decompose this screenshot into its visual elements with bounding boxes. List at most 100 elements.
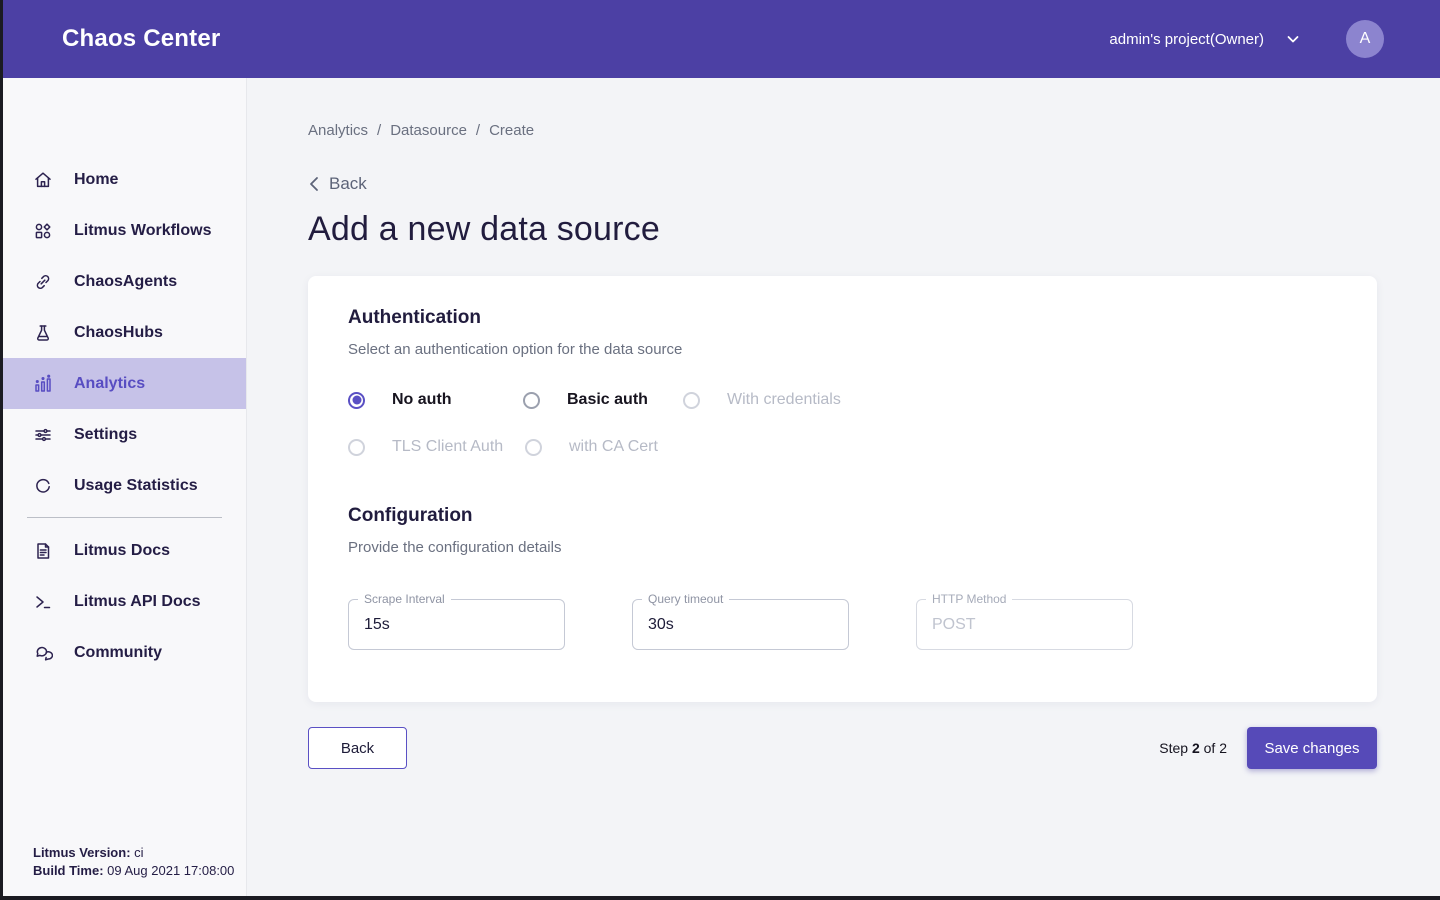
radio-label: Basic auth (567, 391, 648, 409)
configuration-title: Configuration (348, 505, 1337, 527)
auth-options-row-1: No auth Basic auth With credentials (348, 391, 1337, 409)
sidebar: Home Litmus Workflows ChaosAgents ChaosH… (3, 78, 247, 896)
scrape-interval-input[interactable] (349, 600, 564, 649)
radio-tls-client-auth: TLS Client Auth (348, 438, 525, 456)
project-selector-label: admin's project(Owner) (1109, 31, 1264, 48)
breadcrumb-create[interactable]: Create (489, 122, 534, 139)
back-link[interactable]: Back (308, 174, 388, 194)
workflows-icon (33, 221, 53, 241)
sidebar-item-label: Community (74, 644, 162, 662)
radio-with-credentials: With credentials (683, 391, 1337, 409)
radio-checked-icon (348, 392, 365, 409)
avatar-initial: A (1360, 30, 1371, 48)
step-total: 2 (1219, 740, 1227, 756)
bar-chart-icon (33, 374, 53, 394)
chat-bubbles-icon (33, 643, 53, 663)
sidebar-item-label: Home (74, 171, 118, 189)
avatar[interactable]: A (1346, 20, 1384, 58)
loader-circle-icon (33, 476, 53, 496)
bottom-action-bar: Back Step 2 of 2 Save changes (308, 727, 1377, 769)
breadcrumb-separator: / (476, 122, 480, 139)
radio-label: TLS Client Auth (392, 438, 503, 456)
sidebar-item-label: Analytics (74, 375, 145, 393)
scrape-interval-field: Scrape Interval (348, 599, 565, 650)
query-timeout-field: Query timeout (632, 599, 849, 650)
sidebar-item-label: Settings (74, 426, 137, 444)
build-time-value: 09 Aug 2021 17:08:00 (104, 863, 235, 878)
radio-with-ca-cert: with CA Cert (525, 438, 1337, 456)
sidebar-item-label: ChaosAgents (74, 273, 177, 291)
sidebar-item-home[interactable]: Home (3, 154, 246, 205)
sidebar-item-community[interactable]: Community (3, 627, 246, 678)
sidebar-item-label: ChaosHubs (74, 324, 163, 342)
configuration-subtitle: Provide the configuration details (348, 539, 1337, 556)
authentication-subtitle: Select an authentication option for the … (348, 341, 1337, 358)
query-timeout-label: Query timeout (642, 592, 729, 606)
radio-label: No auth (392, 391, 452, 409)
save-changes-button[interactable]: Save changes (1247, 727, 1377, 769)
project-selector[interactable]: admin's project(Owner) (1109, 31, 1300, 48)
radio-disabled-icon (525, 439, 542, 456)
build-time-label: Build Time: (33, 863, 104, 878)
chevron-down-icon (1286, 32, 1300, 46)
sidebar-divider (27, 517, 222, 518)
step-prefix: Step (1159, 740, 1192, 756)
litmus-version-label: Litmus Version: (33, 845, 131, 860)
litmus-version-line: Litmus Version: ci (33, 844, 234, 862)
document-icon (33, 541, 53, 561)
back-button[interactable]: Back (308, 727, 407, 769)
breadcrumb-analytics[interactable]: Analytics (308, 122, 368, 139)
sidebar-version-info: Litmus Version: ci Build Time: 09 Aug 20… (33, 844, 234, 880)
authentication-title: Authentication (348, 307, 1337, 329)
litmus-version-value: ci (131, 845, 144, 860)
chain-link-icon (33, 272, 53, 292)
app-window: Chaos Center admin's project(Owner) A Ho… (3, 0, 1440, 896)
home-icon (33, 170, 53, 190)
terminal-icon (33, 592, 53, 612)
radio-label: with CA Cert (569, 438, 658, 456)
sidebar-item-chaosagents[interactable]: ChaosAgents (3, 256, 246, 307)
sidebar-item-chaoshubs[interactable]: ChaosHubs (3, 307, 246, 358)
radio-no-auth[interactable]: No auth (348, 391, 523, 409)
sidebar-item-litmus-api-docs[interactable]: Litmus API Docs (3, 576, 246, 627)
back-link-label: Back (329, 174, 367, 194)
top-header: Chaos Center admin's project(Owner) A (3, 0, 1440, 78)
configuration-fields: Scrape Interval Query timeout HTTP Metho… (348, 599, 1337, 650)
step-current: 2 (1192, 740, 1200, 756)
radio-basic-auth[interactable]: Basic auth (523, 391, 683, 409)
sidebar-item-litmus-workflows[interactable]: Litmus Workflows (3, 205, 246, 256)
scrape-interval-label: Scrape Interval (358, 592, 451, 606)
http-method-label: HTTP Method (926, 592, 1012, 606)
radio-label: With credentials (727, 391, 841, 409)
radio-disabled-icon (348, 439, 365, 456)
page-title: Add a new data source (308, 210, 1440, 249)
main-content: Analytics / Datasource / Create Back Add… (247, 78, 1440, 896)
sidebar-item-label: Litmus Workflows (74, 222, 212, 240)
sidebar-item-label: Usage Statistics (74, 477, 198, 495)
sidebar-item-analytics[interactable]: Analytics (3, 358, 246, 409)
sidebar-item-settings[interactable]: Settings (3, 409, 246, 460)
radio-unchecked-icon (523, 392, 540, 409)
radio-disabled-icon (683, 392, 700, 409)
step-indicator: Step 2 of 2 (1159, 740, 1227, 756)
http-method-input[interactable] (917, 600, 1132, 649)
configuration-section: Configuration Provide the configuration … (348, 505, 1337, 650)
sidebar-item-label: Litmus Docs (74, 542, 170, 560)
sliders-icon (33, 425, 53, 445)
build-time-line: Build Time: 09 Aug 2021 17:08:00 (33, 862, 234, 880)
breadcrumb-datasource[interactable]: Datasource (390, 122, 467, 139)
chevron-left-icon (308, 176, 320, 192)
app-title: Chaos Center (62, 25, 220, 53)
sidebar-item-usage-statistics[interactable]: Usage Statistics (3, 460, 246, 511)
sidebar-item-label: Litmus API Docs (74, 593, 201, 611)
breadcrumb-separator: / (377, 122, 381, 139)
header-right: admin's project(Owner) A (1109, 20, 1384, 58)
auth-options-row-2: TLS Client Auth with CA Cert (348, 438, 1337, 456)
query-timeout-input[interactable] (633, 600, 848, 649)
flask-icon (33, 323, 53, 343)
step-middle: of (1200, 740, 1219, 756)
breadcrumb: Analytics / Datasource / Create (308, 122, 1440, 139)
datasource-form-card: Authentication Select an authentication … (308, 276, 1377, 702)
sidebar-item-litmus-docs[interactable]: Litmus Docs (3, 525, 246, 576)
http-method-field: HTTP Method (916, 599, 1133, 650)
